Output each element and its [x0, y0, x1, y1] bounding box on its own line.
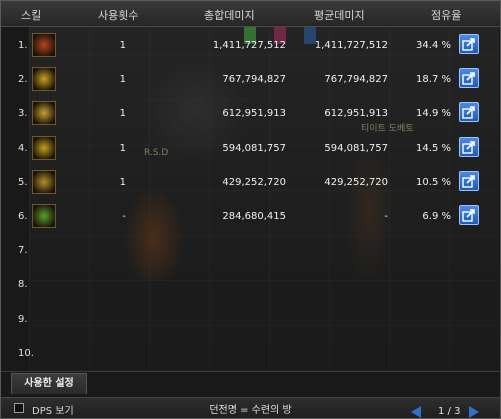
prev-page-arrow-icon[interactable] — [411, 406, 421, 418]
cell-share: 14.9 % — [416, 108, 451, 119]
cell-total: 594,081,757 — [222, 143, 286, 154]
next-page-arrow-icon[interactable] — [469, 406, 479, 418]
row-number: 9. — [18, 314, 28, 325]
table-row: 4. 1 594,081,757 594,081,757 14.5 % — [1, 131, 500, 165]
header-total-damage: 총합데미지 — [204, 9, 255, 22]
cell-total: 612,951,913 — [222, 108, 286, 119]
divider — [1, 371, 500, 372]
cell-uses: 1 — [119, 143, 126, 154]
damage-stats-panel: R.S.D 티이트 도베토 스킬 사용횟수 총합데미지 평균데미지 점유율 1.… — [0, 0, 501, 419]
header-share: 점유율 — [431, 9, 462, 22]
cell-share: 18.7 % — [416, 74, 451, 85]
cell-uses: 1 — [119, 108, 126, 119]
flame-claw-skill-icon — [32, 33, 56, 57]
row-number: 1. — [18, 40, 28, 51]
cell-avg: 429,252,720 — [324, 177, 388, 188]
cell-avg: 612,951,913 — [324, 108, 388, 119]
wave-slash-skill-icon — [32, 170, 56, 194]
cell-uses: 1 — [119, 177, 126, 188]
row-number: 4. — [18, 143, 28, 154]
spiral-e-skill-icon — [32, 136, 56, 160]
tab-used-settings[interactable]: 사용한 설정 — [11, 373, 87, 394]
dungeon-name: 던전명 = 수련의 방 — [209, 405, 292, 416]
table-header: 스킬 사용횟수 총합데미지 평균데미지 점유율 — [1, 1, 500, 27]
cell-avg: 1,411,727,512 — [314, 40, 388, 51]
row-number: 3. — [18, 108, 28, 119]
cell-total: 284,680,415 — [222, 211, 286, 222]
table-row: 2. 1 767,794,827 767,794,827 18.7 % — [1, 62, 500, 96]
cell-share: 34.4 % — [416, 40, 451, 51]
cell-avg: 767,794,827 — [324, 74, 388, 85]
orbit-ring-skill-icon — [32, 101, 56, 125]
table-row: 7. — [1, 233, 500, 267]
header-avg-damage: 평균데미지 — [314, 9, 365, 22]
table-row: 9. — [1, 302, 500, 336]
cell-share: 6.9 % — [422, 211, 451, 222]
cell-share: 14.5 % — [416, 143, 451, 154]
share-link-icon[interactable] — [459, 68, 479, 88]
share-link-icon[interactable] — [459, 205, 479, 225]
row-number: 2. — [18, 74, 28, 85]
cell-avg: 594,081,757 — [324, 143, 388, 154]
table-row: 5. 1 429,252,720 429,252,720 10.5 % — [1, 165, 500, 199]
cell-uses: - — [122, 211, 126, 222]
share-link-icon[interactable] — [459, 137, 479, 157]
share-link-icon[interactable] — [459, 34, 479, 54]
cell-total: 767,794,827 — [222, 74, 286, 85]
row-number: 8. — [18, 279, 28, 290]
row-number: 6. — [18, 211, 28, 222]
cell-total: 429,252,720 — [222, 177, 286, 188]
table-row: 8. — [1, 267, 500, 301]
page-indicator: 1 / 3 — [438, 406, 461, 417]
cell-avg: - — [384, 211, 388, 222]
row-number: 10. — [18, 348, 34, 359]
cell-uses: 1 — [119, 74, 126, 85]
table-row: 1. 1 1,411,727,512 1,411,727,512 34.4 % — [1, 28, 500, 62]
table-row: 3. 1 612,951,913 612,951,913 14.9 % — [1, 96, 500, 130]
cell-share: 10.5 % — [416, 177, 451, 188]
table-row: 6. - 284,680,415 - 6.9 % — [1, 199, 500, 233]
rune-glyph-skill-icon — [32, 204, 56, 228]
share-link-icon[interactable] — [459, 102, 479, 122]
sword-slash-skill-icon — [32, 67, 56, 91]
cell-total: 1,411,727,512 — [212, 40, 286, 51]
table-row: 10. — [1, 336, 500, 370]
header-skill: 스킬 — [21, 9, 42, 22]
row-number: 7. — [18, 245, 28, 256]
cell-uses: 1 — [119, 40, 126, 51]
row-number: 5. — [18, 177, 28, 188]
share-link-icon[interactable] — [459, 171, 479, 191]
header-uses: 사용횟수 — [98, 9, 139, 22]
